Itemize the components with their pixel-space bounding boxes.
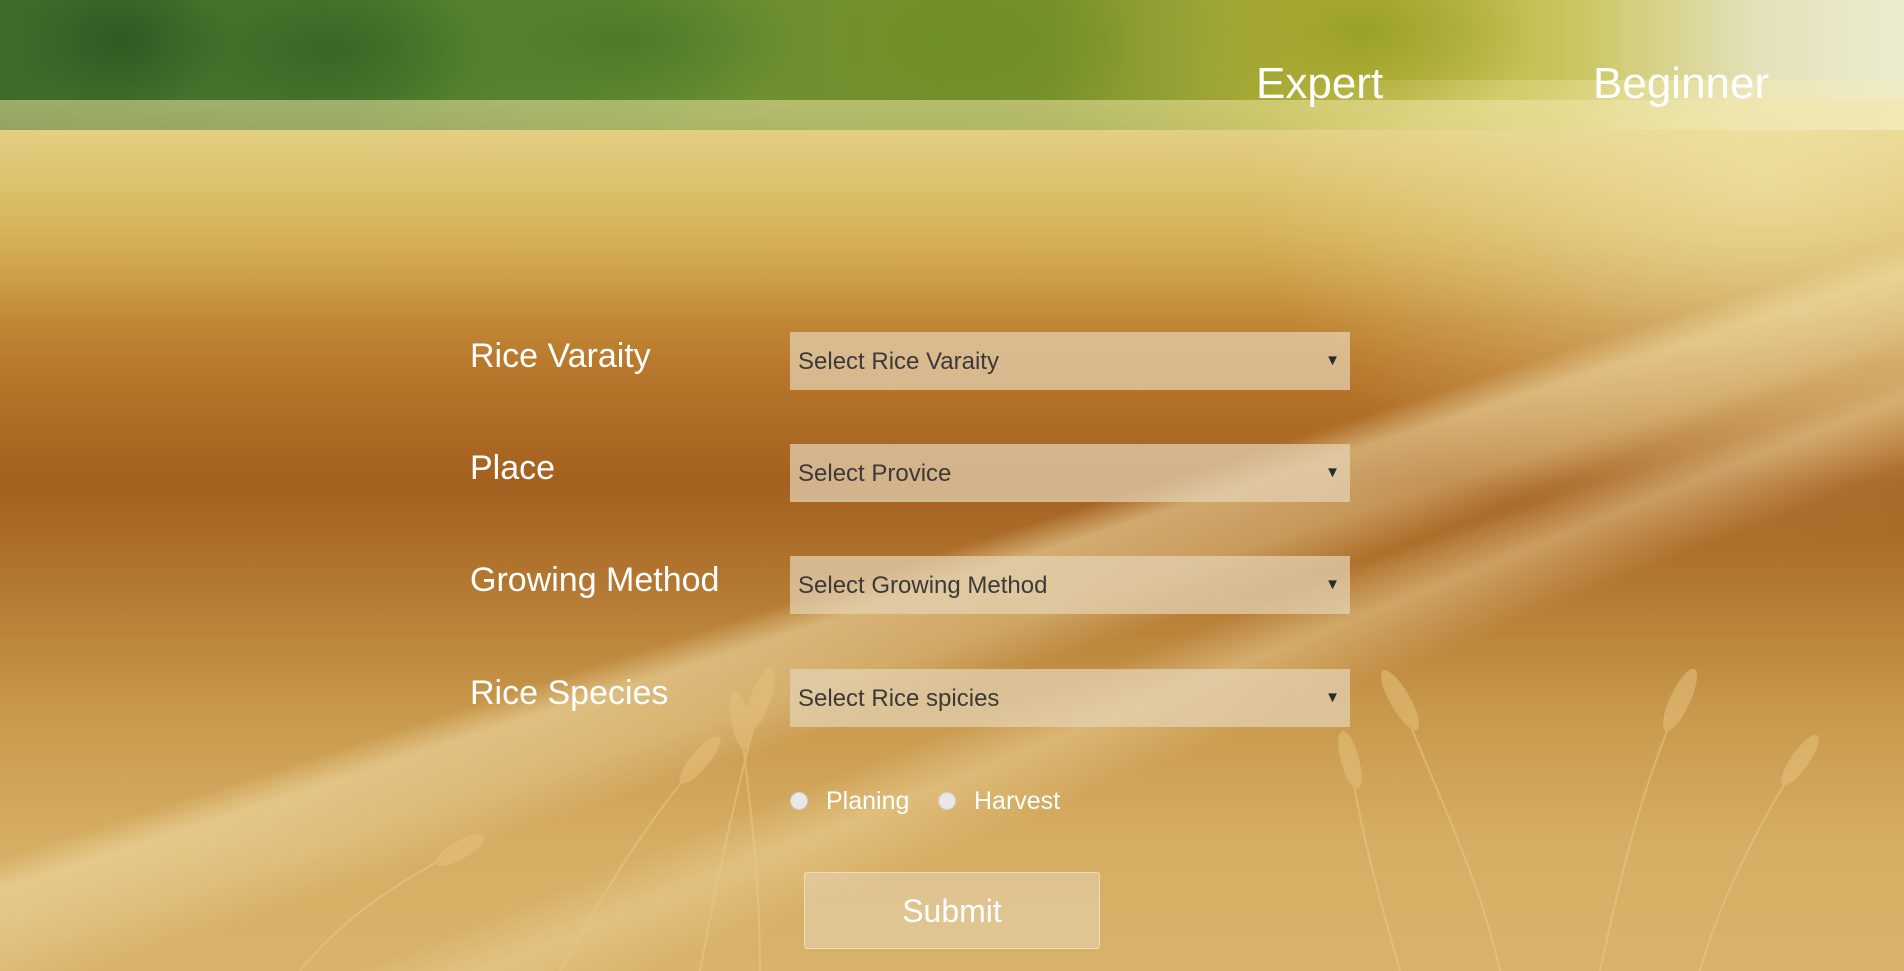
rice-variety-label: Rice Varaity xyxy=(470,337,651,375)
rice-species-select[interactable]: Select Rice spicies ▼ xyxy=(790,669,1350,727)
place-select[interactable]: Select Provice ▼ xyxy=(790,444,1350,502)
chevron-down-icon: ▼ xyxy=(1325,352,1340,369)
nav-expert-link[interactable]: Expert xyxy=(1256,58,1383,110)
growing-method-label: Growing Method xyxy=(470,561,720,599)
radio-planing-label: Planing xyxy=(826,787,910,815)
growing-method-row: Growing Method Select Growing Method ▼ xyxy=(470,556,1350,614)
place-row: Place Select Provice ▼ xyxy=(470,444,1350,502)
rice-species-label: Rice Species xyxy=(470,674,669,712)
submit-button[interactable]: Submit xyxy=(804,872,1100,949)
radio-harvest-label: Harvest xyxy=(974,787,1061,815)
radio-circle-icon[interactable] xyxy=(790,792,808,810)
place-label: Place xyxy=(470,449,556,487)
rice-variety-row: Rice Varaity Select Rice Varaity ▼ xyxy=(470,332,1350,390)
rice-species-row: Rice Species Select Rice spicies ▼ xyxy=(470,669,1350,727)
growing-method-select[interactable]: Select Growing Method ▼ xyxy=(790,556,1350,614)
radio-circle-icon[interactable] xyxy=(938,792,956,810)
rice-variety-select-value: Select Rice Varaity xyxy=(798,348,999,375)
growing-method-select-value: Select Growing Method xyxy=(798,572,1048,599)
place-select-value: Select Provice xyxy=(798,460,952,487)
chevron-down-icon: ▼ xyxy=(1325,464,1340,481)
page: Expert Beginner Rice Varaity Select Rice… xyxy=(0,0,1904,971)
rice-species-select-value: Select Rice spicies xyxy=(798,685,1000,712)
rice-variety-select[interactable]: Select Rice Varaity ▼ xyxy=(790,332,1350,390)
nav-beginner-link[interactable]: Beginner xyxy=(1593,58,1769,110)
chevron-down-icon: ▼ xyxy=(1325,576,1340,593)
chevron-down-icon: ▼ xyxy=(1325,689,1340,706)
